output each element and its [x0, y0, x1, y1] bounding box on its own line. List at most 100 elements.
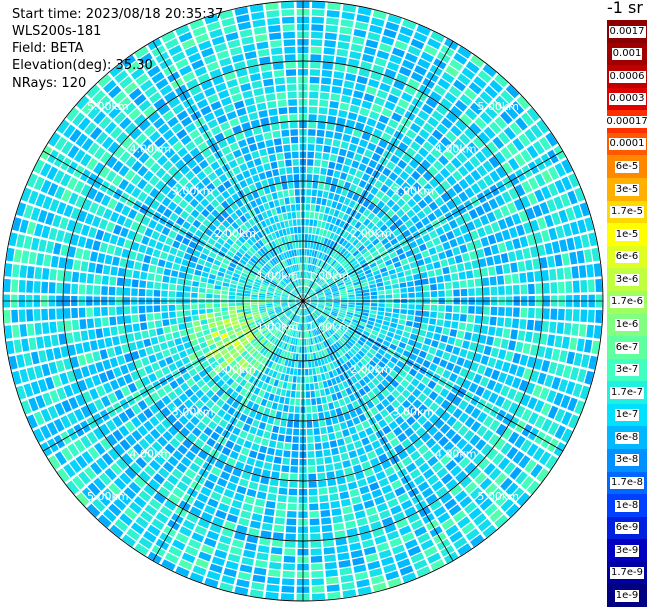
ray-gate-cell [268, 25, 281, 33]
ray-gate-cell [421, 250, 430, 258]
ray-gate-cell [30, 237, 40, 251]
colorbar-tick-label: 1e-6 [614, 319, 640, 332]
ray-gate-cell [500, 338, 509, 349]
ray-gate-cell [314, 435, 321, 443]
ray-gate-cell [261, 124, 271, 133]
ray-gate-cell [78, 307, 86, 318]
ray-gate-cell [346, 150, 355, 159]
ray-gate-cell [508, 340, 517, 351]
ray-gate-cell [322, 380, 329, 388]
ray-gate-cell [326, 17, 339, 26]
ray-gate-cell [310, 54, 322, 62]
ray-gate-cell [310, 548, 322, 556]
ray-gate-cell [464, 331, 472, 341]
ray-gate-cell [253, 506, 264, 515]
ray-gate-cell [335, 186, 343, 195]
ray-gate-cell [106, 244, 116, 255]
ray-gate-cell [329, 100, 339, 109]
ray-gate-cell [144, 365, 154, 375]
ray-gate-cell [246, 433, 255, 442]
ray-gate-cell [440, 335, 449, 343]
ray-gate-cell [324, 138, 333, 146]
ray-gate-cell [280, 221, 286, 229]
ray-gate-cell [413, 273, 421, 280]
ray-gate-cell [421, 216, 431, 226]
ray-gate-cell [587, 309, 595, 323]
ray-gate-cell [372, 128, 383, 138]
ray-gate-cell [425, 263, 434, 271]
ray-gate-cell [398, 277, 406, 283]
ray-gate-cell [511, 318, 520, 329]
ray-gate-cell [267, 17, 280, 26]
ray-gate-cell [433, 333, 441, 341]
ray-gate-cell [238, 478, 249, 488]
ray-gate-cell [378, 419, 388, 429]
ray-gate-cell [273, 69, 285, 78]
ray-gate-cell [316, 465, 325, 473]
ray-gate-cell [255, 498, 266, 507]
ray-gate-cell [327, 478, 337, 487]
ray-gate-cell [312, 413, 319, 420]
ray-gate-cell [576, 338, 585, 352]
ray-gate-cell [421, 344, 430, 352]
ray-gate-cell [41, 281, 49, 294]
ray-gate-cell [504, 274, 512, 285]
ray-gate-cell [13, 249, 22, 263]
ray-gate-cell [138, 288, 146, 297]
ray-gate-cell [75, 343, 84, 355]
ray-gate-cell [95, 361, 105, 373]
ray-gate-cell [372, 464, 383, 474]
ray-gate-cell [335, 431, 343, 439]
ray-gate-cell [367, 142, 377, 152]
ray-gate-cell [310, 555, 323, 563]
ray-gate-cell [315, 227, 321, 235]
ray-gate-cell [294, 361, 298, 368]
ray-gate-cell [163, 326, 172, 334]
ray-gate-cell [86, 273, 95, 284]
ray-gate-cell [305, 226, 309, 234]
ray-gate-cell [363, 302, 370, 306]
ray-gate-cell [233, 492, 245, 502]
ray-gate-cell [287, 382, 292, 390]
ray-gate-cell [427, 324, 436, 332]
ray-gate-cell [291, 211, 297, 219]
ray-gate-cell [285, 204, 291, 212]
ray-gate-cell [348, 297, 355, 300]
range-ring-label: 4.00km [129, 448, 171, 461]
ray-gate-cell [251, 11, 265, 20]
ray-gate-cell [101, 307, 108, 316]
range-ring-label: 4.00km [129, 142, 171, 155]
ray-gate-cell [338, 484, 348, 492]
ray-gate-cell [242, 503, 253, 512]
colorbar-tick-label: 6e-8 [614, 431, 640, 444]
ray-gate-cell [365, 427, 374, 436]
ray-gate-cell [504, 317, 512, 328]
ray-gate-cell [313, 428, 320, 435]
ray-gate-cell [370, 295, 378, 299]
ray-gate-cell [280, 472, 289, 480]
ray-gate-cell [353, 503, 364, 512]
ray-gate-cell [213, 303, 221, 308]
ray-gate-cell [109, 276, 117, 286]
ray-gate-cell [265, 423, 273, 432]
ray-gate-cell [326, 298, 333, 301]
ray-gate-cell [38, 239, 47, 252]
ray-gate-cell [333, 301, 340, 304]
ray-gate-cell [108, 306, 116, 316]
ray-gate-cell [420, 271, 428, 279]
ray-gate-cell [148, 265, 157, 273]
ray-gate-cell [430, 284, 437, 291]
colorbar-segment: 0.0003 [607, 87, 647, 111]
ray-gate-cell [228, 159, 238, 169]
ray-gate-cell [490, 369, 501, 381]
ray-gate-cell [307, 443, 315, 451]
ray-gate-cell [228, 433, 238, 443]
ray-gate-cell [488, 266, 496, 276]
ray-gate-cell [287, 413, 294, 420]
ray-gate-cell [367, 450, 377, 460]
ray-gate-cell [239, 413, 248, 423]
ray-gate-cell [329, 154, 338, 162]
ray-gate-cell [300, 324, 303, 331]
ray-gate-cell [208, 322, 217, 329]
ray-gate-cell [309, 496, 318, 503]
